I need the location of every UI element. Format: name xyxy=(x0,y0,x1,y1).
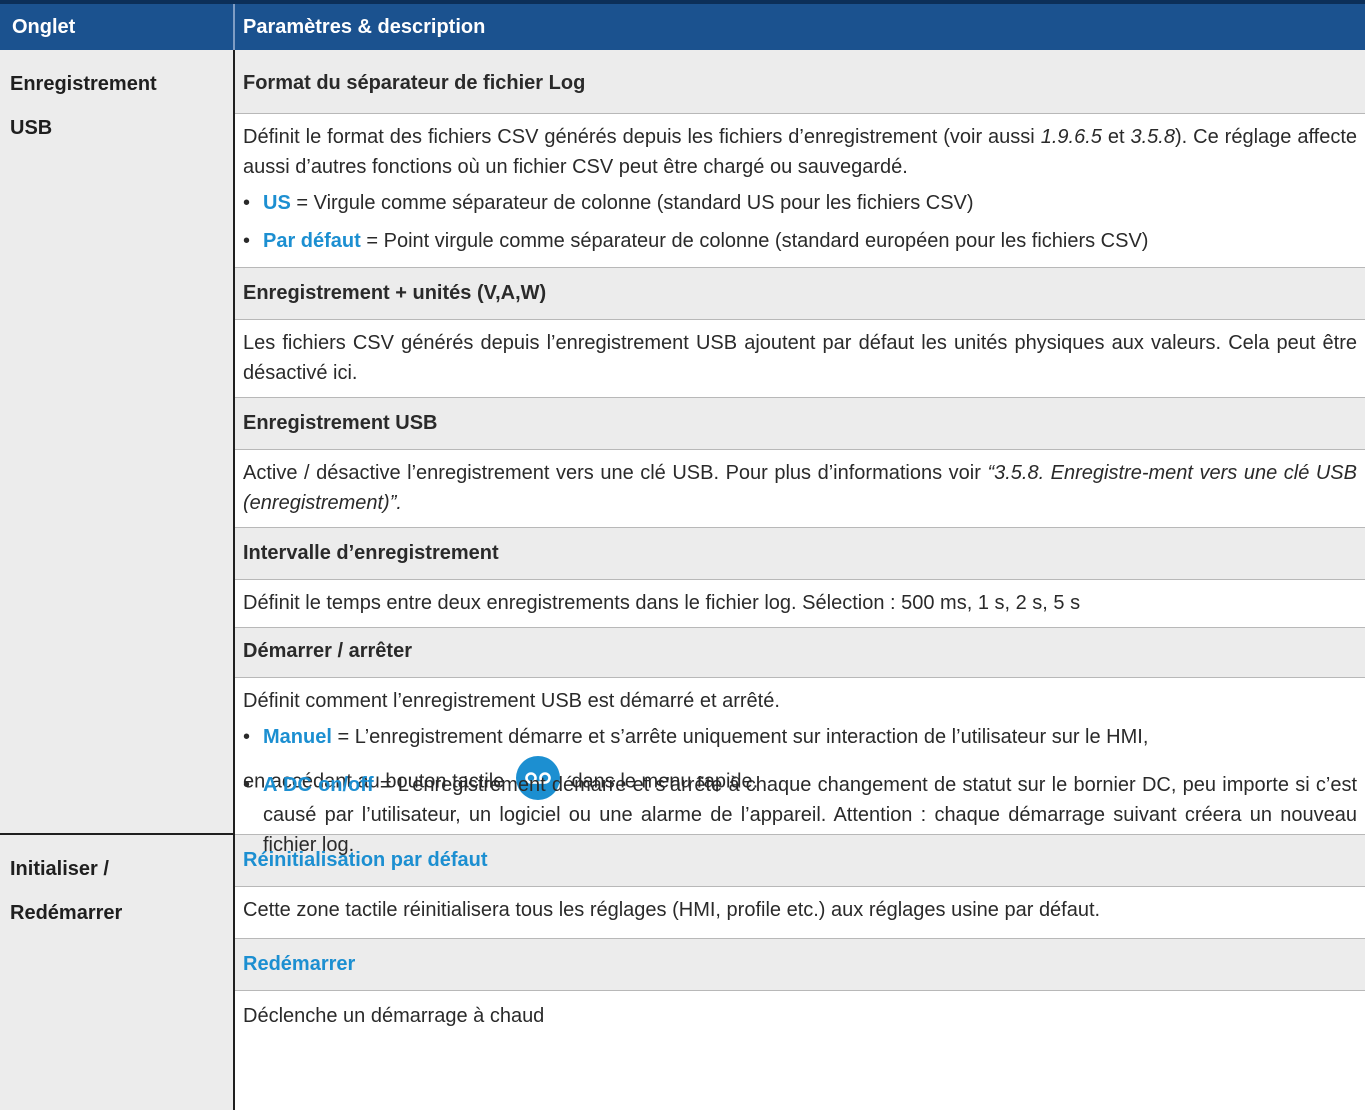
tab-label-initialiser: Initialiser / xyxy=(10,858,109,880)
separateur-description: Définit le format des fichiers CSV génér… xyxy=(243,126,1358,178)
parameters-table: Onglet Paramètres & description Enregist… xyxy=(0,0,1365,1110)
tab-cell-initialiser: Initialiser / Redémarrer xyxy=(0,835,233,1110)
param-desc-unites: Les fichiers CSV générés depuis l’enregi… xyxy=(235,320,1365,398)
bullet-adc-onoff: • A DC on/off = L’enregistrement démarre… xyxy=(243,774,1357,856)
tab-label-enregistrement: Enregistrement xyxy=(10,73,157,95)
header-parameters: Paramètres & description xyxy=(243,16,486,38)
tab-cell-enregistrement-usb: Enregistrement USB xyxy=(0,50,233,834)
param-title-demarrer: Démarrer / arrêter xyxy=(235,628,1365,678)
separateur-bullets: • US = Virgule comme séparateur de colon… xyxy=(243,188,1357,256)
tab-label-usb: USB xyxy=(10,117,53,139)
tab-label-redemarrer: Redémarrer xyxy=(10,902,123,924)
param-desc-reinit: Cette zone tactile réinitialisera tous l… xyxy=(235,887,1365,939)
param-desc-separateur: Définit le format des fichiers CSV génér… xyxy=(235,114,1365,268)
bullet-par-defaut: • Par défaut = Point virgule comme sépar… xyxy=(243,230,1149,252)
demarrer-bullets: • Manuel = L’enregistrement démarre et s… xyxy=(243,722,1357,752)
table-header: Onglet Paramètres & description xyxy=(0,0,1365,50)
param-title-redemarrer: Redémarrer xyxy=(235,939,1365,991)
ref-1965: 1.9.6.5 xyxy=(1040,126,1102,148)
ref-358: 3.5.8 xyxy=(1130,126,1175,148)
param-title-enregistrement-usb: Enregistrement USB xyxy=(235,398,1365,450)
bullet-manuel: • Manuel = L’enregistrement démarre et s… xyxy=(243,726,1149,748)
header-divider xyxy=(233,4,235,50)
param-desc-enregistrement-usb: Active / désactive l’enregistrement vers… xyxy=(235,450,1365,528)
header-onglet: Onglet xyxy=(12,16,76,38)
param-title-intervalle: Intervalle d’enregistrement xyxy=(235,528,1365,580)
bullet-us: • US = Virgule comme séparateur de colon… xyxy=(243,192,974,214)
param-desc-intervalle: Définit le temps entre deux enregistreme… xyxy=(235,580,1365,628)
param-title-separateur: Format du séparateur de fichier Log xyxy=(235,50,1365,114)
param-title-unites: Enregistrement + unités (V,A,W) xyxy=(235,268,1365,320)
param-desc-redemarrer: Déclenche un démarrage à chaud xyxy=(235,991,1365,1110)
